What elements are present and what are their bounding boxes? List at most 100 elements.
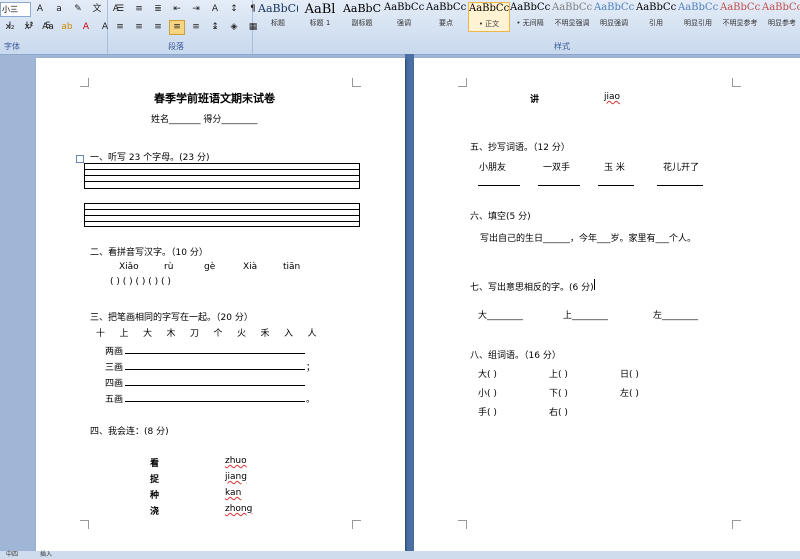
question-2: 二、看拼音写汉字。（10 分） xyxy=(90,248,208,258)
match-pinyin: jiang xyxy=(225,472,247,482)
style-item[interactable]: AaBbCcD 不明显强调 xyxy=(552,2,592,30)
style-sample: AaBl xyxy=(304,2,336,17)
align-left-icon[interactable]: ≡ xyxy=(112,20,128,35)
style-item[interactable]: AaBbC( 标题 xyxy=(258,2,298,30)
crop-mark xyxy=(732,78,741,87)
style-sample: AaBbCcD xyxy=(678,2,718,13)
style-name: 标题 1 xyxy=(309,19,331,27)
table-anchor-icon[interactable] xyxy=(76,155,84,163)
pinyin-5: tiān xyxy=(283,262,301,272)
style-item[interactable]: AaBbC 副标题 xyxy=(342,2,382,30)
char-item: 禾 xyxy=(260,329,270,339)
match-char: 浇 xyxy=(150,507,160,517)
question-3: 三、把笔画相同的字写在一起。（20 分） xyxy=(90,313,253,323)
justify-icon[interactable]: ≡ xyxy=(169,20,185,35)
sort-icon[interactable]: ↕ xyxy=(226,2,242,17)
increase-indent-icon[interactable]: ⇥ xyxy=(188,2,204,17)
style-item[interactable]: AaBbCcD • 无间隔 xyxy=(510,2,550,30)
clear-format-icon[interactable]: ✎ xyxy=(70,2,86,17)
question-4: 四、我会连：(8 分) xyxy=(90,427,169,437)
paragraph-group: ☰ ≡ ≣ ⇤ ⇥ A ↕ ¶ ≡ ≡ ≡ ≡ ≡ ↨ ◈ ▦ 段落 xyxy=(108,0,257,54)
style-item[interactable]: AaBbCcI 明显参考 xyxy=(762,2,800,30)
stroke-label: 三画 xyxy=(105,363,124,373)
answer-line xyxy=(125,353,305,354)
style-name: 明显强调 xyxy=(600,19,628,27)
char-item: 人 xyxy=(307,329,317,339)
style-sample: AaBbCcD xyxy=(720,2,760,13)
char-item: 入 xyxy=(284,329,294,339)
pinyin-3: gè xyxy=(204,262,216,272)
word-group: 小( ) xyxy=(478,389,497,399)
style-sample: AaBbCcD xyxy=(594,2,634,13)
align-right-icon[interactable]: ≡ xyxy=(150,20,166,35)
char-item: 十 xyxy=(96,329,106,339)
chinese-layout-icon[interactable]: A xyxy=(207,2,223,17)
style-item[interactable]: AaBbCcD 明显强调 xyxy=(594,2,634,30)
style-name: 强调 xyxy=(397,19,411,27)
line-spacing-icon[interactable]: ↨ xyxy=(207,20,223,35)
align-center-icon[interactable]: ≡ xyxy=(131,20,147,35)
insert-mode[interactable]: 插入 xyxy=(40,551,52,558)
decrease-indent-icon[interactable]: ⇤ xyxy=(169,2,185,17)
style-sample: AaBbCcD xyxy=(636,2,676,13)
style-sample: AaBbCcD xyxy=(469,3,509,14)
match-pinyin: kan xyxy=(225,488,242,498)
crop-mark xyxy=(352,520,361,529)
numbering-icon[interactable]: ≡ xyxy=(131,2,147,17)
match-char: 看 xyxy=(150,459,160,469)
style-name: 标题 xyxy=(271,19,285,27)
stroke-label: 四画 xyxy=(105,379,124,389)
opposite-item: 大________ xyxy=(478,311,524,321)
style-sample: AaBbCcD xyxy=(552,2,592,13)
font-group-label: 字体 xyxy=(4,42,20,51)
answer-line xyxy=(478,185,520,186)
crop-mark xyxy=(458,78,467,87)
char-item: 大 xyxy=(143,329,153,339)
status-bar: 中四 插入 xyxy=(0,551,800,559)
name-score-line: 姓名_______ 得分________ xyxy=(151,115,258,125)
style-name: 要点 xyxy=(439,19,453,27)
style-item[interactable]: AaBbCcD 不明显参考 xyxy=(720,2,760,30)
style-sample: AaBbC( xyxy=(258,2,298,15)
style-item[interactable]: AaBl 标题 1 xyxy=(300,2,340,30)
style-item[interactable]: AaBbCcD 强调 xyxy=(384,2,424,30)
page-right[interactable]: 讲 jiao 五、抄写词语。（12 分） 小朋友 一双手 玉 米 花儿开了 六、… xyxy=(414,58,800,559)
writing-grid xyxy=(84,163,360,189)
match-pinyin: jiao xyxy=(604,92,621,102)
word-group: 日( ) xyxy=(620,370,639,380)
distribute-icon[interactable]: ≡ xyxy=(188,20,204,35)
shading-icon[interactable]: ◈ xyxy=(226,20,242,35)
multilevel-icon[interactable]: ≣ xyxy=(150,2,166,17)
char-item: 刀 xyxy=(190,329,200,339)
shrink-font-icon[interactable]: a xyxy=(51,2,67,17)
word-group: 手( ) xyxy=(478,408,497,418)
word-group: 下( ) xyxy=(549,389,568,399)
crop-mark xyxy=(458,520,467,529)
page-left[interactable]: 春季学前班语文期末试卷 姓名_______ 得分________ 一、听写 23… xyxy=(36,58,405,559)
phonetic-icon[interactable]: 文 xyxy=(89,2,105,17)
match-char: 捉 xyxy=(150,475,160,485)
question-6: 六、填空(5 分) xyxy=(470,212,531,222)
page-indicator[interactable]: 中四 xyxy=(6,551,18,558)
style-sample: AaBbC xyxy=(342,2,382,15)
font-color-icon[interactable]: A xyxy=(78,20,94,35)
style-name: 明显引用 xyxy=(684,19,712,27)
style-item[interactable]: AaBbCcD 要点 xyxy=(426,2,466,30)
answer-brackets: ( ) ( ) ( ) ( ) ( ) xyxy=(110,277,171,287)
style-item[interactable]: AaBbCcD 引用 xyxy=(636,2,676,30)
grow-font-icon[interactable]: A xyxy=(32,2,48,17)
case-icon[interactable]: Aa xyxy=(40,20,56,35)
bullets-icon[interactable]: ☰ xyxy=(112,2,128,17)
style-item[interactable]: AaBbCcD 明显引用 xyxy=(678,2,718,30)
highlight-icon[interactable]: ab xyxy=(59,20,75,35)
font-group: 小三 A a ✎ 文 A I U S x₂ x² Aa ab A A 字体 xyxy=(0,0,119,54)
superscript-icon[interactable]: x² xyxy=(21,20,37,35)
opposite-item: 上________ xyxy=(563,311,609,321)
font-size-combo[interactable]: 小三 xyxy=(0,2,31,17)
word-group: 左( ) xyxy=(620,389,639,399)
copy-word: 花儿开了 xyxy=(663,163,700,173)
style-item[interactable]: AaBbCcD • 正文 xyxy=(468,2,510,32)
style-name: 不明显强调 xyxy=(554,19,590,27)
answer-line xyxy=(125,385,305,386)
subscript-icon[interactable]: x₂ xyxy=(2,20,18,35)
